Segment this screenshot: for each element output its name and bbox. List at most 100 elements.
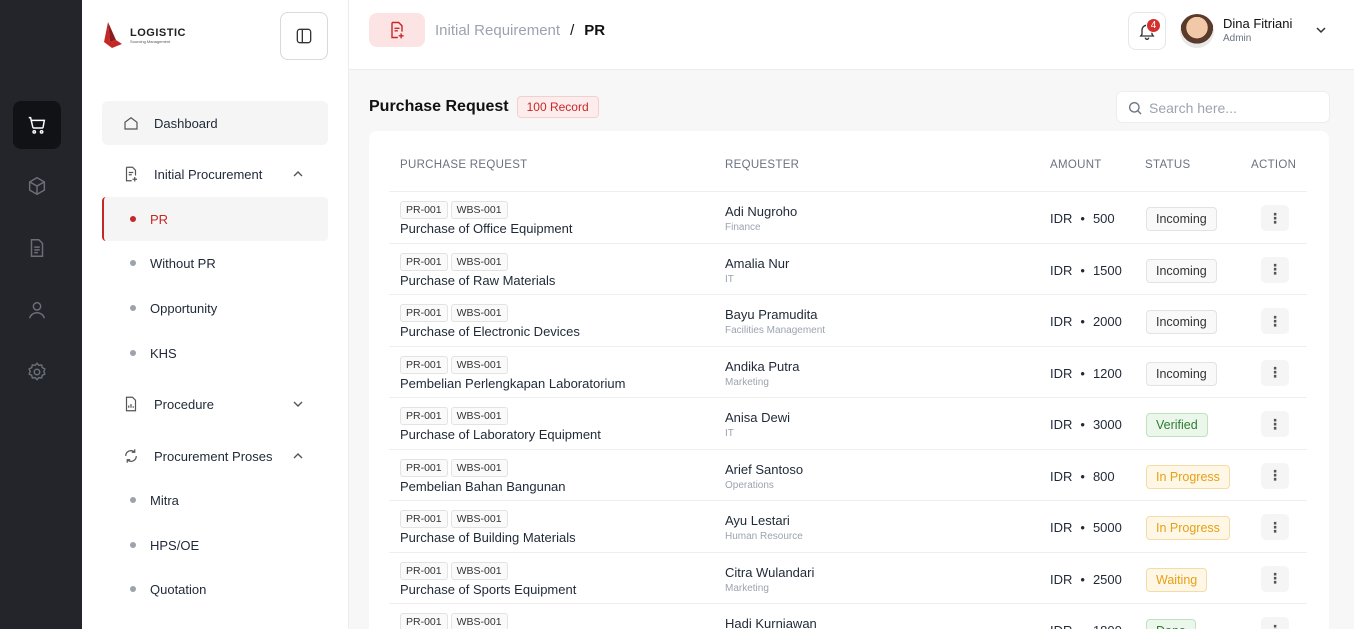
table-row[interactable]: PR-001 WBS-001 Purchase of Building Materi…: [389, 500, 1307, 552]
currency-code: IDR: [1050, 211, 1073, 226]
purchase-request-name[interactable]: Purchase of Office Equipment: [400, 221, 572, 236]
amount-number: 1800: [1093, 623, 1122, 629]
currency-code: IDR: [1050, 262, 1073, 278]
home-icon: [124, 117, 138, 130]
brand-logo[interactable]: LOGISTIC Sourcing Management: [102, 20, 186, 50]
purchase-request-name[interactable]: Purchase of Laboratory Equipment: [400, 427, 601, 442]
avatar[interactable]: [1180, 14, 1214, 48]
sidebar-item-quotation[interactable]: Quotation: [102, 567, 328, 611]
row-action-menu-button[interactable]: ⋮: [1261, 308, 1289, 334]
wbs-number-tag: WBS-001: [450, 613, 508, 629]
amount-value: IDR • 1200: [1050, 366, 1122, 381]
requester-department: Facilities Management: [725, 325, 826, 336]
chevron-up-icon[interactable]: [292, 168, 304, 180]
cart-icon[interactable]: [13, 101, 61, 149]
search-icon: [1129, 102, 1142, 115]
table-row[interactable]: PR-001 WBS-001 Purchase of Electronic Devi…: [389, 294, 1307, 346]
document-add-icon: [369, 13, 425, 47]
row-action-menu-button[interactable]: ⋮: [1261, 205, 1289, 231]
column-header-status[interactable]: STATUS: [1145, 159, 1190, 171]
currency-code: IDR: [1050, 623, 1072, 629]
sidebar: LOGISTIC Sourcing Management Dashboard I…: [82, 0, 349, 629]
row-action-menu-button[interactable]: ⋮: [1261, 411, 1289, 437]
currency-code: IDR: [1050, 520, 1073, 535]
purchase-request-name[interactable]: Purchase of Raw Materials: [400, 273, 555, 288]
sidebar-item-label: Mitra: [150, 492, 179, 508]
document-add-icon: [125, 166, 137, 182]
chevron-down-icon[interactable]: [292, 398, 304, 410]
table-row[interactable]: PR-001 WBS-001 Pembelian Bahan Bangunan Ari…: [389, 448, 1307, 501]
purchase-request-name[interactable]: Pembelian Perlengkapan Laboratorium: [400, 376, 625, 391]
table-row[interactable]: PR-001 WBS-001 Purchase of Sports Equipmen…: [389, 551, 1307, 604]
sidebar-item-label: HPS/OE: [150, 537, 200, 553]
settings-icon[interactable]: [13, 348, 61, 396]
table-row[interactable]: PR-001 WBS-001 Purchase of Office Equipmen…: [389, 191, 1307, 243]
row-tags: PR-001 WBS-001: [400, 252, 511, 271]
currency-code: IDR: [1050, 314, 1073, 329]
column-header-amount[interactable]: AMOUNT: [1050, 159, 1102, 171]
breadcrumb-parent[interactable]: Initial Requirement: [435, 22, 560, 39]
row-action-menu-button[interactable]: ⋮: [1261, 514, 1289, 540]
purchase-request-name[interactable]: Pembelian Bahan Bangunan: [400, 479, 566, 494]
requester-name: Adi Nugroho: [725, 204, 798, 219]
requester-name: Arief Santoso: [725, 461, 804, 477]
requester-name: Bayu Pramudita: [725, 307, 818, 322]
user-name: Dina Fitriani: [1223, 16, 1293, 31]
wbs-number-tag: WBS-001: [450, 561, 508, 580]
search-input[interactable]: [1149, 96, 1319, 120]
row-action-menu-button[interactable]: ⋮: [1261, 617, 1289, 629]
requester-department: Finance: [725, 222, 761, 233]
sidebar-item-khs[interactable]: KHS: [102, 331, 328, 375]
search-box[interactable]: [1116, 91, 1330, 123]
purchase-request-name[interactable]: Purchase of Sports Equipment: [400, 582, 576, 597]
table-row[interactable]: PR-001WBS-001 Hadi Kurniawan IDR • 1800 Done ⋮: [389, 603, 1307, 629]
row-action-menu-button[interactable]: ⋮: [1261, 359, 1289, 386]
more-vertical-icon: ⋮: [1268, 518, 1282, 535]
amount-separator: •: [1080, 262, 1085, 278]
column-header-purchase-request[interactable]: PURCHASE REQUEST: [400, 159, 528, 171]
row-tags: PR-001 WBS-001: [400, 612, 511, 629]
status-badge: Incoming: [1146, 258, 1217, 283]
pr-number-tag: PR-001: [400, 355, 448, 374]
sidebar-item-initial-procurement[interactable]: Initial Procurement: [102, 152, 328, 196]
notification-button[interactable]: 4: [1128, 12, 1166, 50]
sidebar-item-label: Procurement Proses: [154, 448, 273, 464]
sidebar-item-mitra[interactable]: Mitra: [102, 478, 328, 522]
wbs-number-tag: WBS-001: [450, 252, 508, 271]
sidebar-toggle-button[interactable]: [280, 12, 328, 60]
user-icon[interactable]: [13, 286, 61, 334]
table-row[interactable]: PR-001 WBS-001 Purchase of Raw Materials Am…: [389, 242, 1307, 295]
sidebar-item-procurement-proses[interactable]: Procurement Proses: [102, 434, 328, 478]
sidebar-panel-icon: [296, 28, 312, 44]
sidebar-item-label: Opportunity: [150, 300, 218, 316]
more-vertical-icon: ⋮: [1268, 209, 1282, 226]
amount-number: 500: [1092, 211, 1115, 226]
sidebar-item-opportunity[interactable]: Opportunity: [102, 286, 328, 330]
sidebar-item-without-pr[interactable]: Without PR: [102, 241, 328, 285]
status-badge: Incoming: [1146, 207, 1217, 231]
requester-name: Anisa Dewi: [725, 410, 791, 425]
bullet-dot: [130, 305, 136, 311]
sidebar-item-procedure[interactable]: Procedure: [102, 382, 328, 426]
purchase-request-name[interactable]: Purchase of Building Materials: [400, 530, 576, 545]
status-badge: Done: [1146, 619, 1196, 629]
sidebar-item-pr[interactable]: PR: [102, 197, 328, 241]
chevron-down-icon[interactable]: [1315, 24, 1327, 36]
chevron-up-icon[interactable]: [292, 450, 304, 462]
brand-title: LOGISTIC: [130, 26, 186, 39]
table-header: PURCHASE REQUEST REQUESTER AMOUNT STATUS…: [400, 159, 1310, 189]
purchase-request-name[interactable]: Purchase of Electronic Devices: [400, 324, 580, 339]
sidebar-item-hps-oe[interactable]: HPS/OE: [102, 523, 328, 567]
row-action-menu-button[interactable]: ⋮: [1261, 462, 1289, 489]
sidebar-item-dashboard[interactable]: Dashboard: [102, 101, 328, 145]
document-icon[interactable]: [13, 224, 61, 272]
table-row[interactable]: PR-001 WBS-001 Pembelian Perlengkapan Labo…: [389, 345, 1307, 398]
requester-department: IT: [725, 273, 734, 285]
bullet-dot: [130, 586, 136, 592]
bullet-dot: [130, 350, 136, 356]
column-header-requester[interactable]: REQUESTER: [725, 159, 799, 171]
row-action-menu-button[interactable]: ⋮: [1261, 256, 1289, 283]
box-icon[interactable]: [13, 162, 61, 210]
row-action-menu-button[interactable]: ⋮: [1261, 565, 1289, 592]
table-row[interactable]: PR-001 WBS-001 Purchase of Laboratory Equi…: [389, 397, 1307, 449]
